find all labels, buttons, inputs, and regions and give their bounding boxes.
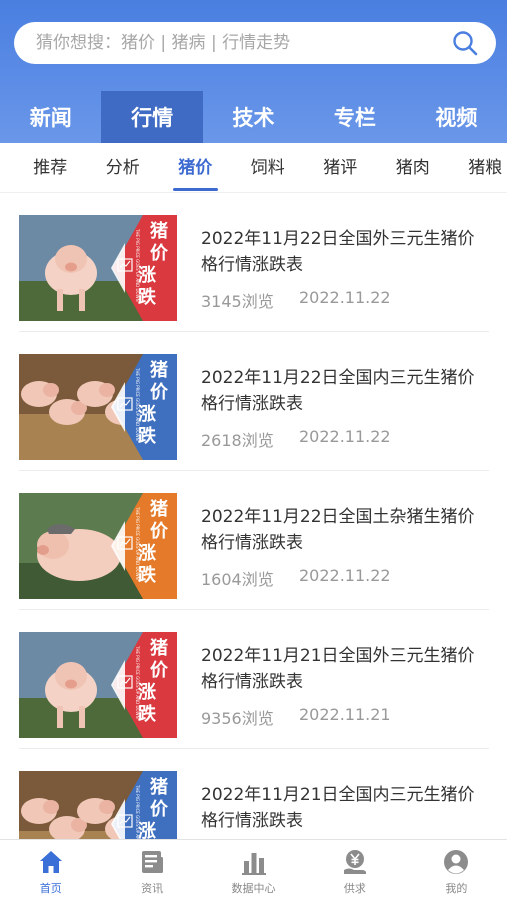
article-list: 猪价涨跌 THE PIG PRICE GOES UP AND DOWN 2022年1… [0, 193, 507, 839]
main-tabs: 新闻 行情 技术 专栏 视频 [0, 91, 507, 150]
badge-subtext: THE PIG PRICE GOES UP AND DOWN [135, 228, 140, 302]
article-views: 3145浏览 [201, 292, 274, 311]
pig-price-thumbnail-image: 猪价涨跌THE PIG PRICE GOES UP AND DOWN [19, 493, 177, 599]
data-chart-icon [241, 853, 266, 875]
badge-subtext: THE PIG PRICE GOES UP AND DOWN [135, 784, 140, 839]
article-date: 2022.11.21 [299, 705, 391, 724]
badge-char: 价 [150, 660, 169, 681]
badge-char: 猪 [149, 498, 168, 520]
article-item[interactable]: 猪价涨跌THE PIG PRICE GOES UP AND DOWN 2022年1… [19, 332, 489, 471]
article-views: 9356浏览 [201, 709, 274, 728]
article-thumbnail: 猪价涨跌THE PIG PRICE GOES UP AND DOWN [19, 771, 177, 839]
header: 新闻 行情 技术 专栏 视频 [0, 0, 507, 150]
app-root: 新闻 行情 技术 专栏 视频 推荐 分析 猪价 饲料 猪评 猪肉 猪粮 猪价涨跌… [0, 0, 507, 900]
article-item[interactable]: 猪价涨跌THE PIG PRICE GOES UP AND DOWN 2022年1… [19, 749, 489, 839]
bottom-nav: 首页 资讯 数据中心 供求 我的 [0, 839, 507, 900]
article-thumbnail: 猪价涨跌THE PIG PRICE GOES UP AND DOWN [19, 354, 177, 460]
article-title[interactable]: 2022年11月21日全国外三元生猪价格行情涨跌表 [201, 643, 491, 695]
pig-price-thumbnail-image: 猪价涨跌THE PIG PRICE GOES UP AND DOWN [19, 215, 177, 321]
sub-tab[interactable]: 推荐 [14, 143, 87, 192]
main-tab[interactable]: 视频 [406, 91, 507, 143]
nav-supply[interactable]: 供求 [304, 840, 405, 900]
article-thumbnail: 猪价涨跌THE PIG PRICE GOES UP AND DOWN [19, 215, 177, 321]
badge-subtext: THE PIG PRICE GOES UP AND DOWN [135, 367, 140, 441]
sub-tab[interactable]: 猪评 [304, 143, 377, 192]
nav-label: 我的 [445, 882, 468, 895]
sub-tabs: 推荐 分析 猪价 饲料 猪评 猪肉 猪粮 [0, 143, 507, 193]
pig-price-thumbnail-image: 猪价涨跌THE PIG PRICE GOES UP AND DOWN [19, 771, 177, 839]
nav-label: 数据中心 [231, 882, 276, 895]
nav-data-center[interactable]: 数据中心 [203, 840, 304, 900]
article-meta: 3145浏览 2022.11.22 [201, 288, 391, 312]
badge-subtext: THE PIG PRICE GOES UP AND DOWN [135, 506, 140, 580]
badge-char: 价 [150, 243, 169, 264]
badge-char: 猪 [149, 220, 168, 242]
sub-tab[interactable]: 猪粮 [449, 143, 507, 192]
badge-char: 价 [150, 799, 169, 820]
yuan-supply-icon [343, 850, 366, 874]
article-title[interactable]: 2022年11月22日全国内三元生猪价格行情涨跌表 [201, 365, 491, 417]
badge-subtext: THE PIG PRICE GOES UP AND DOWN [135, 645, 140, 719]
sub-tab-active[interactable]: 猪价 [159, 143, 232, 192]
article-item[interactable]: 猪价涨跌THE PIG PRICE GOES UP AND DOWN 2022年1… [19, 471, 489, 610]
article-date: 2022.11.22 [299, 566, 391, 585]
main-tab[interactable]: 技术 [203, 91, 304, 143]
sub-tab[interactable]: 分析 [87, 143, 160, 192]
main-tab[interactable]: 新闻 [0, 91, 101, 143]
article-meta: 9356浏览 2022.11.21 [201, 705, 391, 729]
article-date: 2022.11.22 [299, 288, 391, 307]
nav-label: 资讯 [141, 882, 164, 895]
badge-char: 价 [150, 521, 169, 542]
article-item[interactable]: 猪价涨跌THE PIG PRICE GOES UP AND DOWN 2022年1… [19, 610, 489, 749]
pig-price-thumbnail-image: 猪价涨跌THE PIG PRICE GOES UP AND DOWN [19, 354, 177, 460]
badge-char: 猪 [149, 776, 168, 798]
nav-label: 首页 [39, 882, 62, 895]
search-input[interactable] [36, 33, 436, 53]
search-bar[interactable] [14, 22, 496, 64]
article-date: 2022.11.22 [299, 427, 391, 446]
sub-tab[interactable]: 猪肉 [377, 143, 450, 192]
article-title[interactable]: 2022年11月21日全国内三元生猪价格行情涨跌表 [201, 782, 491, 834]
pig-price-thumbnail-image: 猪价涨跌THE PIG PRICE GOES UP AND DOWN [19, 632, 177, 738]
nav-news[interactable]: 资讯 [101, 840, 202, 900]
badge-char: 猪 [149, 359, 168, 381]
article-meta: 2618浏览 2022.11.22 [201, 427, 391, 451]
user-icon [444, 850, 469, 874]
search-icon[interactable] [452, 30, 478, 56]
article-meta: 1604浏览 2022.11.22 [201, 566, 391, 590]
main-tab-active[interactable]: 行情 [101, 91, 203, 150]
main-tab[interactable]: 专栏 [304, 91, 405, 143]
home-icon [39, 851, 62, 873]
article-title[interactable]: 2022年11月22日全国土杂猪生猪价格行情涨跌表 [201, 504, 491, 556]
article-thumbnail: 猪价涨跌THE PIG PRICE GOES UP AND DOWN [19, 493, 177, 599]
news-icon [142, 851, 164, 873]
article-views: 2618浏览 [201, 431, 274, 450]
nav-profile[interactable]: 我的 [406, 840, 507, 900]
nav-home[interactable]: 首页 [0, 840, 101, 900]
sub-tab[interactable]: 饲料 [232, 143, 305, 192]
article-views: 1604浏览 [201, 570, 274, 589]
article-title[interactable]: 2022年11月22日全国外三元生猪价格行情涨跌表 [201, 226, 491, 278]
badge-char: 猪 [149, 637, 168, 659]
article-thumbnail: 猪价涨跌THE PIG PRICE GOES UP AND DOWN [19, 632, 177, 738]
nav-label: 供求 [343, 882, 366, 895]
article-item[interactable]: 猪价涨跌THE PIG PRICE GOES UP AND DOWN 2022年1… [19, 193, 489, 332]
badge-char: 价 [150, 382, 169, 403]
